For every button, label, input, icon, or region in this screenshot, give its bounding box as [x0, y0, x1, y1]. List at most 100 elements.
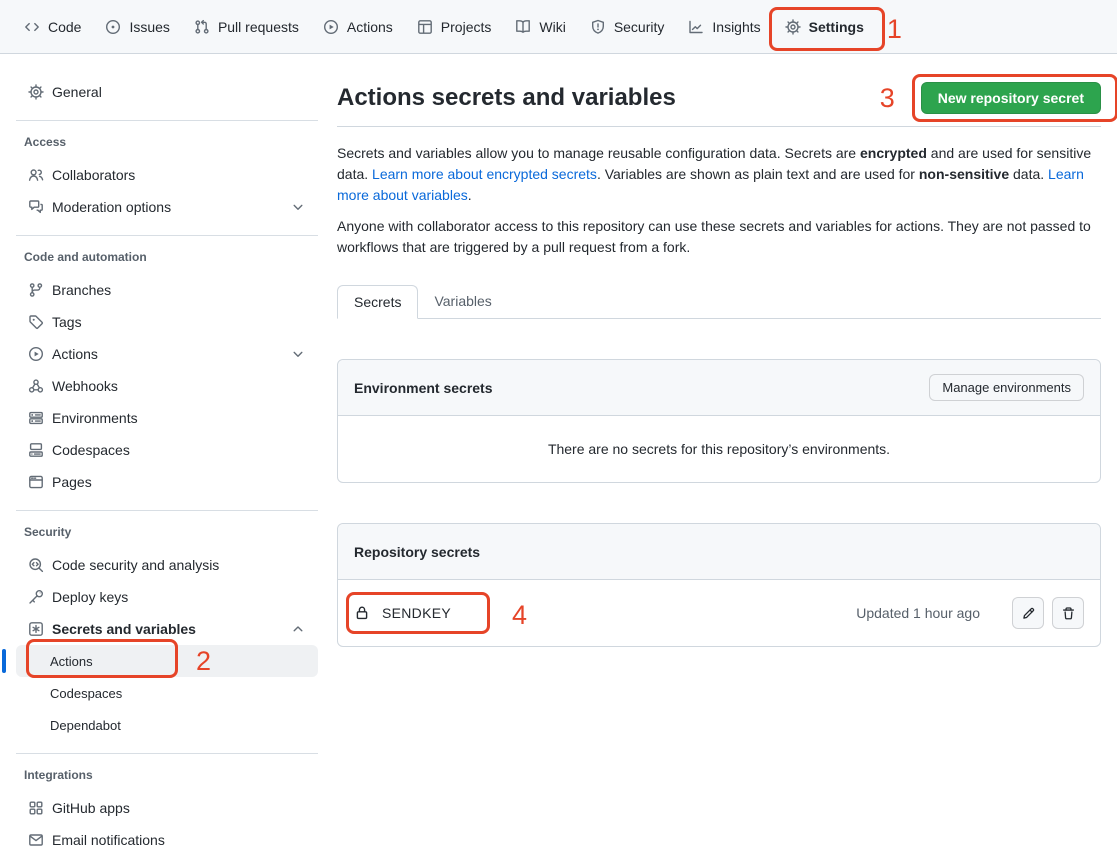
- repository-secrets-box: Repository secrets SENDKEY 4 Updated 1 h…: [337, 523, 1101, 647]
- codescan-icon: [28, 557, 44, 573]
- annotation-box-2: [26, 639, 178, 678]
- sidebar-item-general[interactable]: General: [16, 76, 318, 108]
- nav-item-insights[interactable]: Insights: [680, 0, 768, 53]
- secret-updated-text: Updated 1 hour ago: [856, 605, 980, 621]
- edit-secret-button[interactable]: [1012, 597, 1044, 629]
- gear-icon: [28, 84, 44, 100]
- sidebar-item-deploy-keys[interactable]: Deploy keys: [16, 581, 318, 613]
- active-tab-underline: [783, 48, 866, 50]
- sidebar-item-collaborators[interactable]: Collaborators: [16, 159, 318, 191]
- section-title-security: Security: [16, 525, 318, 539]
- sidebar-subitem-label: Actions: [50, 654, 93, 669]
- code-icon: [24, 19, 40, 35]
- lock-icon: [354, 605, 370, 621]
- nav-label: Settings: [809, 19, 864, 35]
- sidebar-item-label: Collaborators: [52, 167, 135, 183]
- sidebar-item-actions[interactable]: Actions: [16, 338, 318, 370]
- annotation-number-4: 4: [512, 602, 527, 629]
- nav-item-wiki[interactable]: Wiki: [507, 0, 573, 53]
- new-repository-secret-button[interactable]: New repository secret: [921, 82, 1101, 114]
- key-icon: [28, 589, 44, 605]
- codespaces-icon: [28, 442, 44, 458]
- sidebar-subitem-label: Dependabot: [50, 718, 121, 733]
- sidebar-subitem-dependabot[interactable]: Dependabot: [16, 709, 318, 741]
- github-settings-page: Code Issues Pull requests Actions Projec…: [0, 0, 1117, 867]
- divider: [16, 753, 318, 754]
- nav-item-code[interactable]: Code: [16, 0, 89, 53]
- settings-sidebar: General Access Collaborators Moderation …: [0, 54, 321, 856]
- nav-item-security[interactable]: Security: [582, 0, 673, 53]
- nav-item-issues[interactable]: Issues: [97, 0, 177, 53]
- sidebar-item-branches[interactable]: Branches: [16, 274, 318, 306]
- sidebar-item-label: Codespaces: [52, 442, 130, 458]
- sidebar-item-label: Environments: [52, 410, 138, 426]
- git-branch-icon: [28, 282, 44, 298]
- delete-secret-button[interactable]: [1052, 597, 1084, 629]
- sidebar-item-codespaces[interactable]: Codespaces: [16, 434, 318, 466]
- environment-secrets-title: Environment secrets: [354, 380, 493, 396]
- divider: [16, 510, 318, 511]
- sidebar-subitem-label: Codespaces: [50, 686, 122, 701]
- browser-icon: [28, 474, 44, 490]
- divider: [16, 120, 318, 121]
- nav-label: Pull requests: [218, 19, 299, 35]
- sidebar-item-label: Tags: [52, 314, 82, 330]
- nav-item-actions[interactable]: Actions: [315, 0, 401, 53]
- table-icon: [417, 19, 433, 35]
- git-pull-request-icon: [194, 19, 210, 35]
- page-title: Actions secrets and variables: [337, 83, 676, 113]
- webhook-icon: [28, 378, 44, 394]
- sidebar-item-label: General: [52, 84, 102, 100]
- sidebar-item-secrets-and-variables[interactable]: Secrets and variables: [16, 613, 318, 645]
- sidebar-item-moderation-options[interactable]: Moderation options: [16, 191, 318, 223]
- sidebar-item-tags[interactable]: Tags: [16, 306, 318, 338]
- shield-icon: [590, 19, 606, 35]
- sidebar-item-label: Code security and analysis: [52, 557, 219, 573]
- pencil-icon: [1021, 606, 1036, 621]
- sidebar-item-github-apps[interactable]: GitHub apps: [16, 792, 318, 824]
- apps-icon: [28, 800, 44, 816]
- nav-item-settings[interactable]: Settings 1: [777, 0, 872, 53]
- nav-label: Code: [48, 19, 81, 35]
- sidebar-item-webhooks[interactable]: Webhooks: [16, 370, 318, 402]
- selected-item-bar: [2, 649, 6, 673]
- tab-variables[interactable]: Variables: [418, 285, 507, 319]
- section-title-access: Access: [16, 135, 318, 149]
- key-asterisk-icon: [28, 621, 44, 637]
- nav-item-projects[interactable]: Projects: [409, 0, 500, 53]
- learn-more-link[interactable]: Learn more about encrypted secrets: [372, 166, 597, 182]
- graph-icon: [688, 19, 704, 35]
- sidebar-item-label: Webhooks: [52, 378, 118, 394]
- annotation-number-1: 1: [887, 16, 902, 43]
- sidebar-item-code-security-and-analysis[interactable]: Code security and analysis: [16, 549, 318, 581]
- manage-environments-button[interactable]: Manage environments: [929, 374, 1084, 401]
- sidebar-subitem-codespaces[interactable]: Codespaces: [16, 677, 318, 709]
- section-title-integrations: Integrations: [16, 768, 318, 782]
- sidebar-item-pages[interactable]: Pages: [16, 466, 318, 498]
- sidebar-item-label: GitHub apps: [52, 800, 130, 816]
- description-paragraph: Anyone with collaborator access to this …: [337, 216, 1101, 258]
- tag-icon: [28, 314, 44, 330]
- comment-discussion-icon: [28, 199, 44, 215]
- issue-opened-icon: [105, 19, 121, 35]
- tab-secrets[interactable]: Secrets: [337, 285, 418, 319]
- divider: [16, 235, 318, 236]
- sidebar-subitem-actions[interactable]: Actions 2: [16, 645, 318, 677]
- repo-tab-bar: Code Issues Pull requests Actions Projec…: [0, 0, 1117, 54]
- sidebar-item-environments[interactable]: Environments: [16, 402, 318, 434]
- nav-label: Issues: [129, 19, 169, 35]
- nav-item-pull-requests[interactable]: Pull requests: [186, 0, 307, 53]
- environment-secrets-empty-text: There are no secrets for this repository…: [338, 416, 1100, 482]
- page-description: Secrets and variables allow you to manag…: [337, 143, 1101, 258]
- nav-label: Wiki: [539, 19, 565, 35]
- sidebar-item-label: Branches: [52, 282, 111, 298]
- nav-label: Insights: [712, 19, 760, 35]
- trash-icon: [1061, 606, 1076, 621]
- sidebar-item-label: Deploy keys: [52, 589, 128, 605]
- description-paragraph: Secrets and variables allow you to manag…: [337, 143, 1101, 206]
- sidebar-item-label: Email notifications: [52, 832, 165, 848]
- nav-label: Security: [614, 19, 665, 35]
- sidebar-item-email-notifications[interactable]: Email notifications: [16, 824, 318, 856]
- book-icon: [515, 19, 531, 35]
- repository-secrets-title: Repository secrets: [354, 544, 480, 560]
